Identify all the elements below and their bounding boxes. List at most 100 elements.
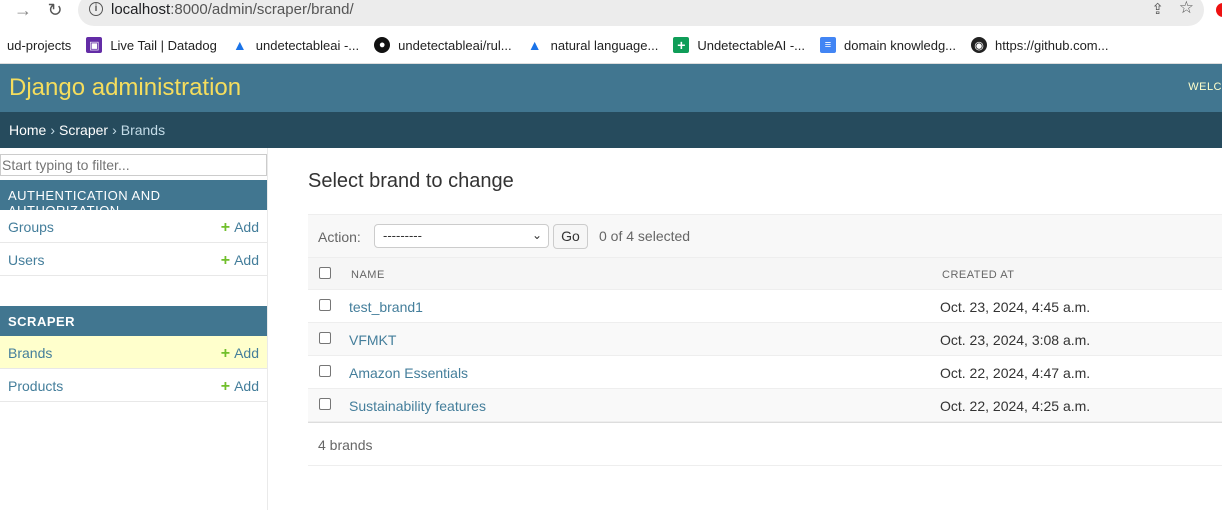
plus-icon: + <box>220 345 231 362</box>
row-checkbox[interactable] <box>319 365 331 377</box>
bookmark-label: undetectableai/rul... <box>398 37 512 53</box>
column-header-created[interactable]: CREATED AT <box>942 269 1014 281</box>
bookmark-label: natural language... <box>550 37 659 53</box>
result-count: 4 brands <box>318 437 373 453</box>
bookmark-label: https://github.com... <box>995 37 1109 53</box>
user-welcome: WELC <box>1188 81 1222 93</box>
chevron-down-icon: ⌄ <box>531 228 542 242</box>
bookmark-github[interactable]: ● undetectableai/rul... <box>374 37 512 53</box>
add-groups-button[interactable]: + Add <box>220 219 259 236</box>
paginator: 4 brands <box>308 422 1222 466</box>
plus-icon: + <box>220 378 231 395</box>
row-name-link[interactable]: Amazon Essentials <box>349 365 468 381</box>
recording-indicator-icon <box>1216 3 1222 17</box>
add-brands-button[interactable]: + Add <box>220 345 259 362</box>
action-selected-value: --------- <box>383 228 422 243</box>
breadcrumb-separator: › <box>112 122 117 138</box>
module-caption[interactable]: AUTHENTICATION AND AUTHORIZATION <box>0 180 267 218</box>
sidebar-link-groups[interactable]: Groups <box>8 219 54 235</box>
breadcrumb: Home › Scraper › Brands <box>0 112 1222 148</box>
share-icon[interactable]: ⇪ <box>1151 0 1164 18</box>
sidebar-link-brands[interactable]: Brands <box>8 345 52 361</box>
bookmark-sheets[interactable]: + UndetectableAI -... <box>673 37 805 53</box>
page-title: Select brand to change <box>308 170 514 192</box>
table-row: test_brand1 Oct. 23, 2024, 4:45 a.m. <box>308 290 1222 323</box>
github-icon: ● <box>374 37 391 53</box>
select-all-checkbox[interactable] <box>319 267 331 279</box>
breadcrumb-home[interactable]: Home <box>9 122 46 138</box>
sidebar-item-users: Users + Add <box>0 243 267 276</box>
bookmark-github-url[interactable]: ◉ https://github.com... <box>971 37 1108 53</box>
browser-chrome: → ↻ i localhost:8000/admin/scraper/brand… <box>0 0 1222 64</box>
bookmark-ud-projects[interactable]: ud-projects <box>7 38 71 53</box>
row-checkbox[interactable] <box>319 299 331 311</box>
sidebar-link-products[interactable]: Products <box>8 378 63 394</box>
globe-icon: ◉ <box>971 37 988 53</box>
breadcrumb-app[interactable]: Scraper <box>59 122 108 138</box>
table-header: NAME CREATED AT <box>308 257 1222 290</box>
bookmark-star-icon[interactable]: ☆ <box>1179 0 1194 18</box>
bookmark-label: Live Tail | Datadog <box>110 37 217 53</box>
bookmark-drive-2[interactable]: ▲ natural language... <box>527 37 659 53</box>
bookmark-label: domain knowledg... <box>844 37 957 53</box>
row-created: Oct. 22, 2024, 4:25 a.m. <box>940 398 1091 414</box>
bookmark-label: UndetectableAI -... <box>697 37 805 53</box>
table-row: VFMKT Oct. 23, 2024, 3:08 a.m. <box>308 323 1222 356</box>
site-branding[interactable]: Django administration <box>9 74 241 102</box>
add-label: Add <box>234 252 259 268</box>
nav-sidebar: AUTHENTICATION AND AUTHORIZATION Groups … <box>0 148 268 510</box>
add-label: Add <box>234 219 259 235</box>
url-path: :8000/admin/scraper/brand/ <box>170 1 354 18</box>
bookmark-docs[interactable]: ≡ domain knowledg... <box>820 37 956 53</box>
table-row: Sustainability features Oct. 22, 2024, 4… <box>308 389 1222 422</box>
table-row: Amazon Essentials Oct. 22, 2024, 4:47 a.… <box>308 356 1222 389</box>
row-created: Oct. 23, 2024, 3:08 a.m. <box>940 332 1091 348</box>
sidebar-item-brands: Brands + Add <box>0 336 267 369</box>
bookmark-drive-1[interactable]: ▲ undetectableai -... <box>232 37 359 53</box>
row-created: Oct. 22, 2024, 4:47 a.m. <box>940 365 1091 381</box>
forward-arrow-icon[interactable]: → <box>11 0 35 22</box>
breadcrumb-current: Brands <box>120 122 166 138</box>
sidebar-item-groups: Groups + Add <box>0 210 267 243</box>
action-label: Action: <box>318 229 361 245</box>
row-name-link[interactable]: Sustainability features <box>349 398 486 414</box>
action-select[interactable]: --------- ⌄ <box>374 224 549 248</box>
address-bar[interactable]: i localhost:8000/admin/scraper/brand/ ⇪ … <box>78 0 1204 26</box>
add-label: Add <box>234 378 259 394</box>
url-text[interactable]: localhost:8000/admin/scraper/brand/ <box>111 1 354 18</box>
selection-counter: 0 of 4 selected <box>599 228 691 244</box>
google-docs-icon: ≡ <box>820 37 836 53</box>
add-users-button[interactable]: + Add <box>220 252 259 269</box>
row-checkbox[interactable] <box>319 332 331 344</box>
add-products-button[interactable]: + Add <box>220 378 259 395</box>
google-drive-icon: ▲ <box>527 37 542 53</box>
google-sheets-icon: + <box>673 37 690 53</box>
add-label: Add <box>234 345 259 361</box>
address-row: → ↻ i localhost:8000/admin/scraper/brand… <box>0 0 1222 26</box>
sidebar-link-users[interactable]: Users <box>8 252 45 268</box>
site-info-icon[interactable]: i <box>89 2 103 16</box>
bookmarks-bar: ud-projects ▣ Live Tail | Datadog ▲ undete… <box>0 34 1222 56</box>
row-name-link[interactable]: test_brand1 <box>349 299 423 315</box>
module-scraper: SCRAPER Brands + Add Products + Add <box>0 306 267 402</box>
row-checkbox[interactable] <box>319 398 331 410</box>
url-host: localhost <box>111 1 171 18</box>
actions-bar: Action: --------- ⌄ Go 0 of 4 selected <box>308 214 1222 257</box>
module-caption[interactable]: SCRAPER <box>0 306 267 336</box>
reload-icon[interactable]: ↻ <box>43 0 67 22</box>
google-drive-icon: ▲ <box>232 37 247 53</box>
datadog-icon: ▣ <box>86 37 103 53</box>
column-header-name[interactable]: NAME <box>351 269 385 281</box>
admin-header: Django administration WELC <box>0 64 1222 112</box>
module-auth: AUTHENTICATION AND AUTHORIZATION Groups … <box>0 180 267 276</box>
row-created: Oct. 23, 2024, 4:45 a.m. <box>940 299 1091 315</box>
sidebar-filter-input[interactable] <box>0 154 267 176</box>
row-name-link[interactable]: VFMKT <box>349 332 396 348</box>
plus-icon: + <box>220 219 231 236</box>
go-button[interactable]: Go <box>553 224 588 249</box>
sidebar-item-products: Products + Add <box>0 369 267 402</box>
bookmark-label: undetectableai -... <box>255 37 360 53</box>
bookmark-datadog[interactable]: ▣ Live Tail | Datadog <box>86 37 217 53</box>
result-list: NAME CREATED AT test_brand1 Oct. 23, 202… <box>308 257 1222 466</box>
plus-icon: + <box>220 252 231 269</box>
